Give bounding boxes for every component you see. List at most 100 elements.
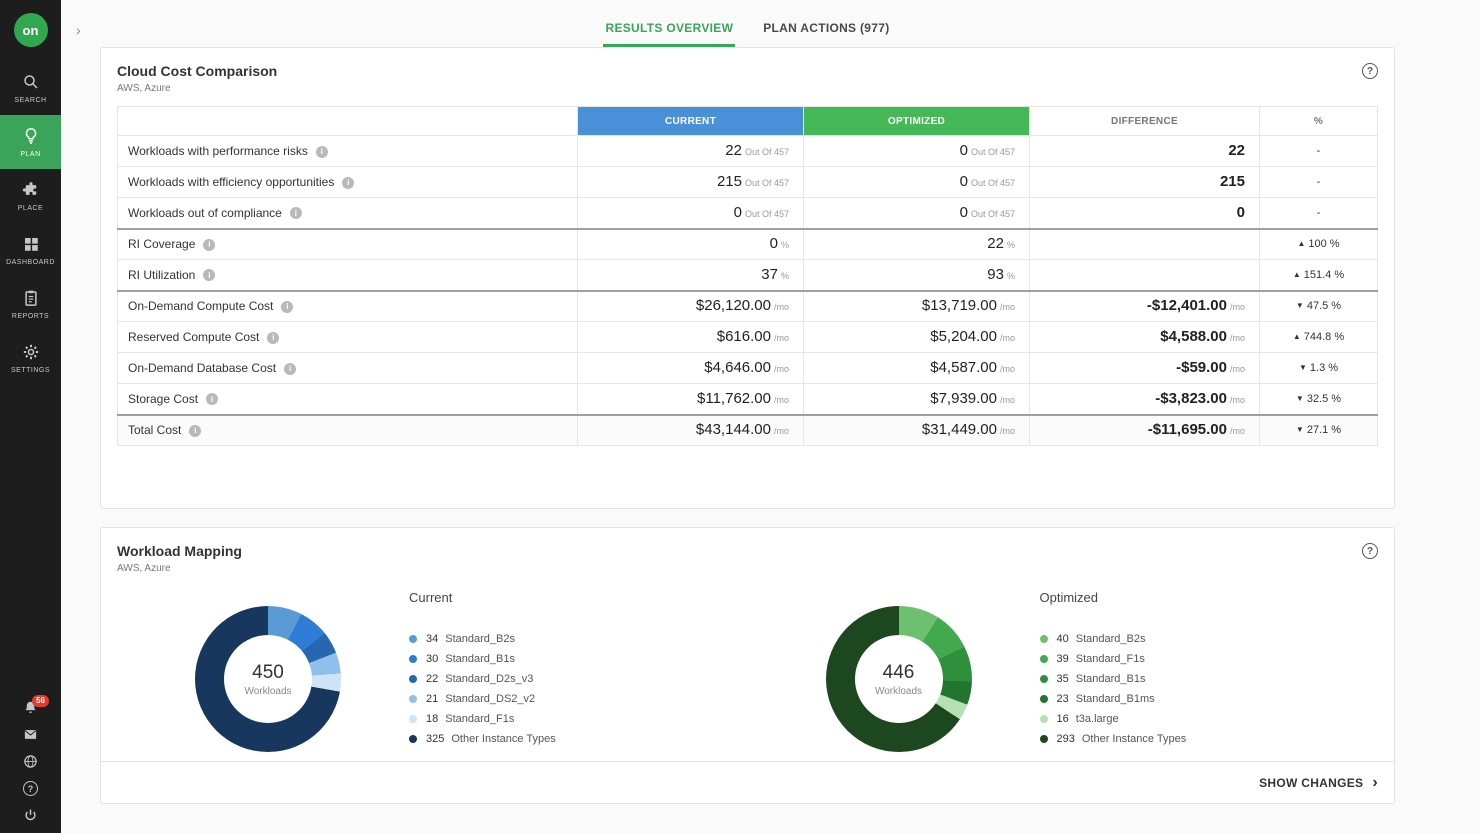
info-icon[interactable]: i [203, 269, 215, 281]
main-content: RESULTS OVERVIEW PLAN ACTIONS (977) Clou… [61, 0, 1480, 833]
row-label: Storage Cost [128, 392, 198, 406]
notifications-button[interactable]: 56 [23, 700, 38, 715]
help-icon[interactable]: ? [1362, 63, 1378, 79]
legend-label: Standard_F1s [445, 713, 514, 725]
card-subtitle: AWS, Azure [117, 563, 242, 574]
legend-label: Standard_DS2_v2 [445, 693, 535, 705]
show-changes-button[interactable]: SHOW CHANGES › [1259, 775, 1378, 791]
percent-cell: - [1260, 198, 1378, 229]
info-icon[interactable]: i [290, 207, 302, 219]
legend-label: Other Instance Types [1082, 733, 1186, 745]
current-value-cell: $616.00/mo [578, 322, 804, 353]
sidebar-item-reports[interactable]: REPORTS [0, 277, 61, 331]
info-icon[interactable]: i [284, 363, 296, 375]
help-button[interactable]: ? [23, 781, 38, 796]
workload-charts: 450 Workloads Current 34Standard_B2s30St… [101, 580, 1394, 761]
optimized-unit: /mo [1000, 302, 1015, 312]
cost-table-row: Workloads out of compliancei0Out Of 4570… [118, 198, 1378, 229]
optimized-unit: Out Of 457 [971, 209, 1015, 219]
percent-cell: - [1260, 167, 1378, 198]
current-value-cell: $11,762.00/mo [578, 384, 804, 415]
legend-item: 21Standard_DS2_v2 [409, 693, 556, 705]
info-icon[interactable]: i [206, 393, 218, 405]
cost-table-row: Workloads with efficiency opportunitiesi… [118, 167, 1378, 198]
sidebar-item-dashboard[interactable]: DASHBOARD [0, 223, 61, 277]
help-icon[interactable]: ? [1362, 543, 1378, 559]
row-label: RI Coverage [128, 237, 195, 251]
difference-unit: /mo [1230, 395, 1245, 405]
sidebar-item-settings[interactable]: SETTINGS [0, 331, 61, 385]
cost-table-row: Total Costi$43,144.00/mo$31,449.00/mo-$1… [118, 415, 1378, 446]
legend-item: 16t3a.large [1040, 713, 1187, 725]
cost-table-row: On-Demand Database Costi$4,646.00/mo$4,5… [118, 353, 1378, 384]
percent-value: 47.5 % [1307, 300, 1341, 312]
globe-button[interactable] [23, 754, 38, 769]
show-changes-label: SHOW CHANGES [1259, 776, 1363, 790]
row-label-cell: RI Coverage i [118, 229, 578, 260]
cloud-cost-comparison-card: Cloud Cost Comparison AWS, Azure ? CURRE… [100, 47, 1395, 509]
donut-chart-current[interactable]: 450 Workloads [195, 606, 341, 752]
current-value: 22 [725, 142, 742, 159]
info-icon[interactable]: i [316, 146, 328, 158]
legend-color-dot [1040, 735, 1048, 743]
optimized-value-cell: 93% [804, 260, 1030, 291]
column-header-current[interactable]: CURRENT [578, 107, 804, 136]
cost-table-row: RI Utilizationi37%93%▲151.4 % [118, 260, 1378, 291]
row-label-cell: Storage Cost i [118, 384, 578, 415]
sidebar-expand-chevron[interactable]: › [76, 22, 81, 38]
difference-value-cell: -$12,401.00/mo [1030, 291, 1260, 322]
current-value-cell: 215Out Of 457 [578, 167, 804, 198]
donut-chart-optimized[interactable]: 446 Workloads [826, 606, 972, 752]
info-icon[interactable]: i [267, 332, 279, 344]
power-icon [23, 808, 38, 823]
difference-value-cell [1030, 229, 1260, 260]
cost-table-row: Reserved Compute Costi$616.00/mo$5,204.0… [118, 322, 1378, 353]
info-icon[interactable]: i [189, 425, 201, 437]
info-icon[interactable]: i [342, 177, 354, 189]
legend-label: Standard_B1s [445, 653, 515, 665]
legend-label: t3a.large [1076, 713, 1119, 725]
cost-table-body: Workloads with performance risksi22Out O… [118, 136, 1378, 446]
info-icon[interactable]: i [203, 239, 215, 251]
chart-legend: 34Standard_B2s30Standard_B1s22Standard_D… [409, 633, 556, 745]
difference-value: -$12,401.00 [1147, 297, 1227, 314]
card-title: Workload Mapping [117, 543, 242, 559]
tab-plan-actions[interactable]: PLAN ACTIONS (977) [761, 15, 891, 47]
logout-button[interactable] [23, 808, 38, 823]
current-value-cell: $4,646.00/mo [578, 353, 804, 384]
legend-color-dot [409, 695, 417, 703]
row-label-cell: Workloads with performance risksi [118, 136, 578, 167]
difference-value-cell: -$11,695.00/mo [1030, 415, 1260, 446]
legend-label: Other Instance Types [451, 733, 555, 745]
app-logo[interactable]: on [14, 13, 48, 47]
sidebar-nav: SEARCH PLAN PLACE DASHBOARD [0, 61, 61, 385]
legend-color-dot [409, 735, 417, 743]
sidebar-item-plan[interactable]: PLAN [0, 115, 61, 169]
legend-color-dot [1040, 675, 1048, 683]
cost-table-header-row: CURRENT OPTIMIZED DIFFERENCE % [118, 107, 1378, 136]
row-label-cell: RI Utilizationi [118, 260, 578, 291]
gear-icon [22, 343, 40, 362]
info-icon[interactable]: i [281, 301, 293, 313]
difference-value-cell [1030, 260, 1260, 291]
chart-legend: 40Standard_B2s39Standard_F1s35Standard_B… [1040, 633, 1187, 745]
sidebar-item-place[interactable]: PLACE [0, 169, 61, 223]
dashboard-grid-icon [22, 235, 40, 254]
percent-cell: ▲100 % [1260, 229, 1378, 260]
optimized-value: $7,939.00 [930, 390, 997, 407]
row-label-cell: On-Demand Database Costi [118, 353, 578, 384]
legend-count: 40 [1057, 633, 1069, 645]
column-header-optimized[interactable]: OPTIMIZED [804, 107, 1030, 136]
current-unit: % [781, 240, 789, 250]
tab-results-overview[interactable]: RESULTS OVERVIEW [603, 15, 735, 47]
sidebar-item-search[interactable]: SEARCH [0, 61, 61, 115]
optimized-unit: Out Of 457 [971, 147, 1015, 157]
optimized-value: 0 [960, 173, 968, 190]
puzzle-icon [22, 181, 40, 200]
current-unit: Out Of 457 [745, 147, 789, 157]
current-value-cell: $43,144.00/mo [578, 415, 804, 446]
percent-value: 744.8 % [1304, 331, 1344, 343]
workload-mapping-card: Workload Mapping AWS, Azure ? 450 Worklo… [100, 527, 1395, 804]
optimized-value: 0 [960, 142, 968, 159]
messages-button[interactable] [23, 727, 38, 742]
